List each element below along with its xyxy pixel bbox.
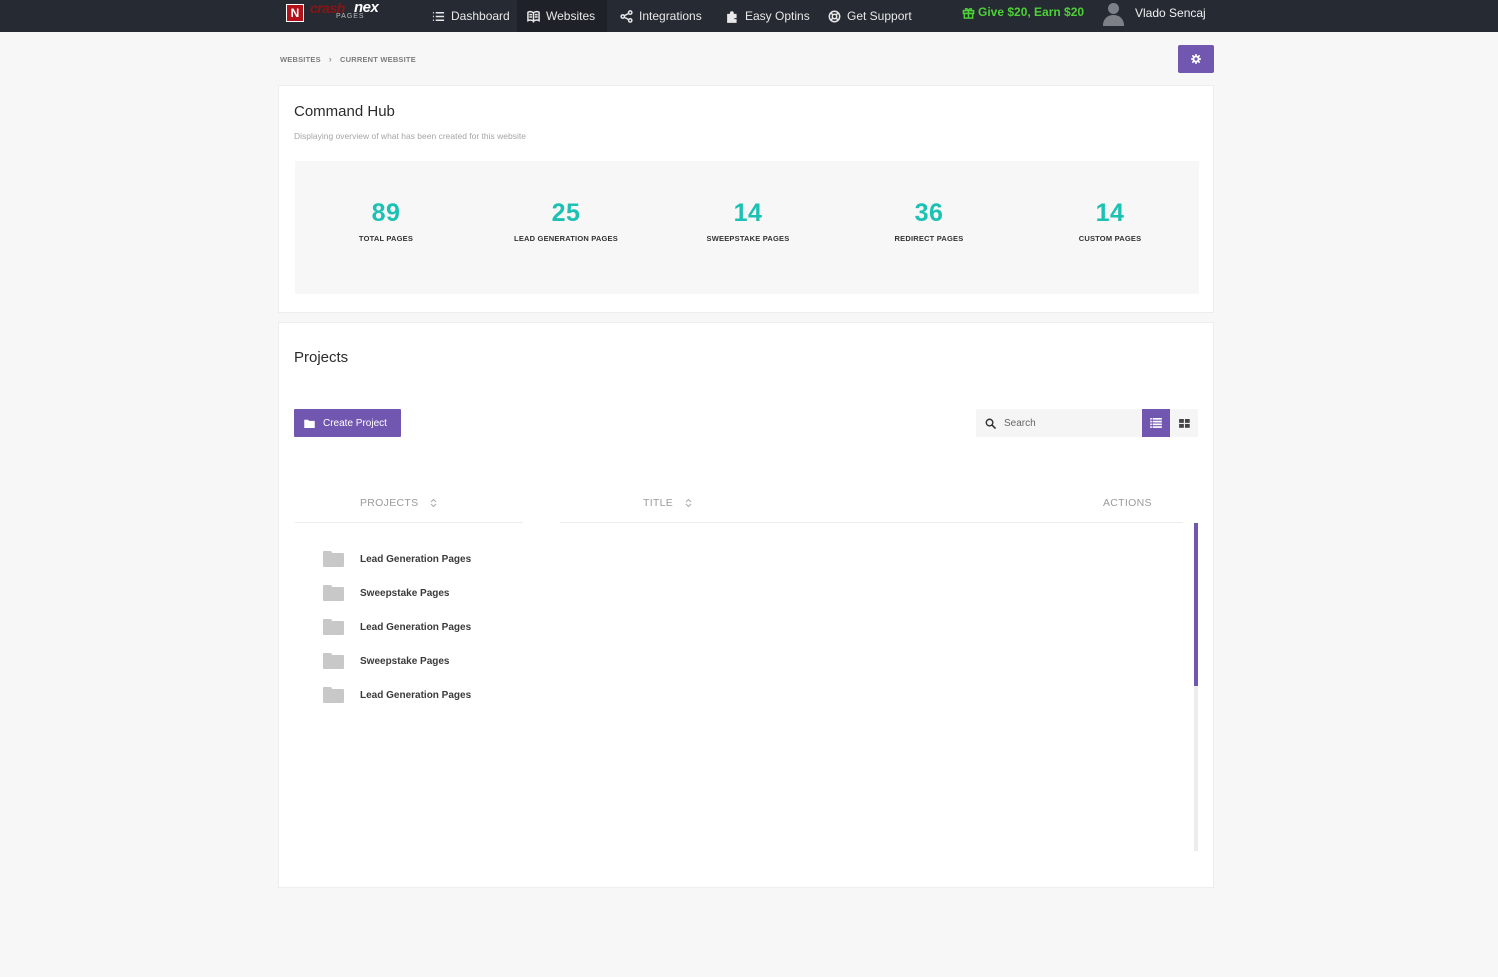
scrollbar[interactable] — [1194, 523, 1198, 851]
lifebuoy-icon — [828, 10, 841, 22]
list-item[interactable]: Sweepstake Pages — [323, 576, 471, 610]
settings-button[interactable] — [1178, 45, 1214, 73]
gift-icon — [962, 7, 975, 19]
list-item[interactable]: Lead Generation Pages — [323, 678, 471, 712]
nav-easy-optins-label: Easy Optins — [745, 9, 810, 23]
list-view-toggle[interactable] — [1142, 409, 1170, 437]
command-hub-card: Command Hub Displaying overview of what … — [278, 85, 1214, 313]
stat-custom-pages: 14 CUSTOM PAGES — [1030, 199, 1190, 243]
list-icon — [432, 11, 445, 21]
projects-card: Projects Create Project PROJECTS TITLE A… — [278, 322, 1214, 888]
logo-mark: N — [286, 4, 304, 22]
logo-wordmark: crash nex PAGES — [310, 0, 392, 24]
user-name: Vlado Sencaj — [1135, 6, 1206, 20]
stats-panel: 89 TOTAL PAGES 25 LEAD GENERATION PAGES … — [295, 161, 1199, 294]
command-hub-subtitle: Displaying overview of what has been cre… — [294, 131, 526, 141]
project-name: Sweepstake Pages — [360, 587, 450, 599]
grid-view-icon — [1178, 418, 1190, 428]
project-name: Lead Generation Pages — [360, 689, 472, 701]
list-item[interactable]: Lead Generation Pages — [323, 610, 471, 644]
breadcrumb-current: CURRENT WEBSITE — [339, 54, 416, 64]
stat-label: CUSTOM PAGES — [1078, 234, 1142, 243]
stat-label: LEAD GENERATION PAGES — [514, 234, 618, 243]
project-name: Lead Generation Pages — [360, 553, 472, 565]
breadcrumb-websites[interactable]: WEBSITES — [280, 55, 321, 64]
nav-easy-optins[interactable]: Easy Optins — [716, 0, 820, 32]
gear-icon — [1191, 54, 1201, 64]
column-label: TITLE — [643, 497, 674, 509]
stat-value: 25 — [551, 199, 581, 227]
scrollbar-thumb[interactable] — [1194, 523, 1198, 686]
stat-label: REDIRECT PAGES — [894, 234, 964, 243]
list-view-icon — [1150, 418, 1162, 428]
nav-integrations[interactable]: Integrations — [610, 0, 712, 32]
column-label: PROJECTS — [360, 497, 419, 509]
stat-sweepstake-pages: 14 SWEEPSTAKE PAGES — [668, 199, 828, 243]
sort-icon — [685, 498, 692, 508]
command-hub-title: Command Hub — [294, 103, 395, 120]
stat-value: 89 — [371, 199, 401, 227]
project-list: Lead Generation Pages Sweepstake Pages L… — [323, 542, 471, 712]
search-icon — [985, 418, 996, 429]
nav-get-support-label: Get Support — [847, 9, 912, 23]
book-icon — [527, 10, 540, 23]
divider — [560, 522, 1183, 523]
nav-websites-label: Websites — [546, 9, 596, 23]
stat-label: TOTAL PAGES — [358, 234, 414, 243]
create-project-label: Create Project — [323, 417, 387, 429]
list-item[interactable]: Lead Generation Pages — [323, 542, 471, 576]
stat-value: 14 — [733, 199, 763, 227]
folder-icon — [304, 419, 315, 428]
list-item[interactable]: Sweepstake Pages — [323, 644, 471, 678]
folder-icon — [323, 619, 344, 635]
nav-websites[interactable]: Websites — [517, 0, 607, 32]
chevron-right-icon: › — [328, 54, 332, 64]
logo-sub: PAGES — [336, 13, 365, 20]
projects-title: Projects — [294, 349, 349, 366]
stat-lead-generation-pages: 25 LEAD GENERATION PAGES — [486, 199, 646, 243]
stat-total-pages: 89 TOTAL PAGES — [306, 199, 466, 243]
column-header-actions: ACTIONS — [1103, 497, 1152, 509]
column-label: ACTIONS — [1103, 497, 1152, 509]
grid-view-toggle[interactable] — [1170, 409, 1198, 437]
search-input[interactable] — [1004, 417, 1134, 429]
avatar — [1102, 0, 1124, 26]
divider — [295, 522, 523, 523]
project-name: Sweepstake Pages — [360, 655, 450, 667]
nav-dashboard-label: Dashboard — [451, 9, 510, 23]
stat-redirect-pages: 36 REDIRECT PAGES — [849, 199, 1009, 243]
sort-icon — [431, 498, 437, 508]
project-name: Lead Generation Pages — [360, 621, 472, 633]
puzzle-icon — [727, 10, 737, 23]
nav-get-support[interactable]: Get Support — [818, 0, 922, 32]
folder-icon — [323, 585, 344, 601]
breadcrumb: WEBSITES › CURRENT WEBSITE — [280, 54, 416, 64]
column-header-title[interactable]: TITLE — [643, 497, 692, 509]
stat-label: SWEEPSTAKE PAGES — [706, 234, 790, 243]
nav-dashboard[interactable]: Dashboard — [422, 0, 520, 32]
promo-label: Give $20, Earn $20 — [978, 5, 1085, 19]
create-project-button[interactable]: Create Project — [294, 409, 401, 437]
column-header-projects[interactable]: PROJECTS — [360, 497, 437, 509]
user-menu[interactable]: Vlado Sencaj — [1102, 0, 1206, 26]
folder-icon — [323, 687, 344, 703]
folder-icon — [323, 551, 344, 567]
stat-value: 14 — [1095, 199, 1125, 227]
nav-integrations-label: Integrations — [639, 9, 702, 23]
top-navbar: N crash nex PAGES Dashboard Websites Int… — [0, 0, 1498, 32]
share-icon — [620, 9, 633, 23]
search-field[interactable] — [976, 409, 1142, 437]
brand-logo[interactable]: N crash nex PAGES — [286, 0, 392, 24]
stat-value: 36 — [914, 199, 944, 227]
folder-icon — [323, 653, 344, 669]
referral-promo[interactable]: Give $20, Earn $20 — [962, 0, 1084, 24]
